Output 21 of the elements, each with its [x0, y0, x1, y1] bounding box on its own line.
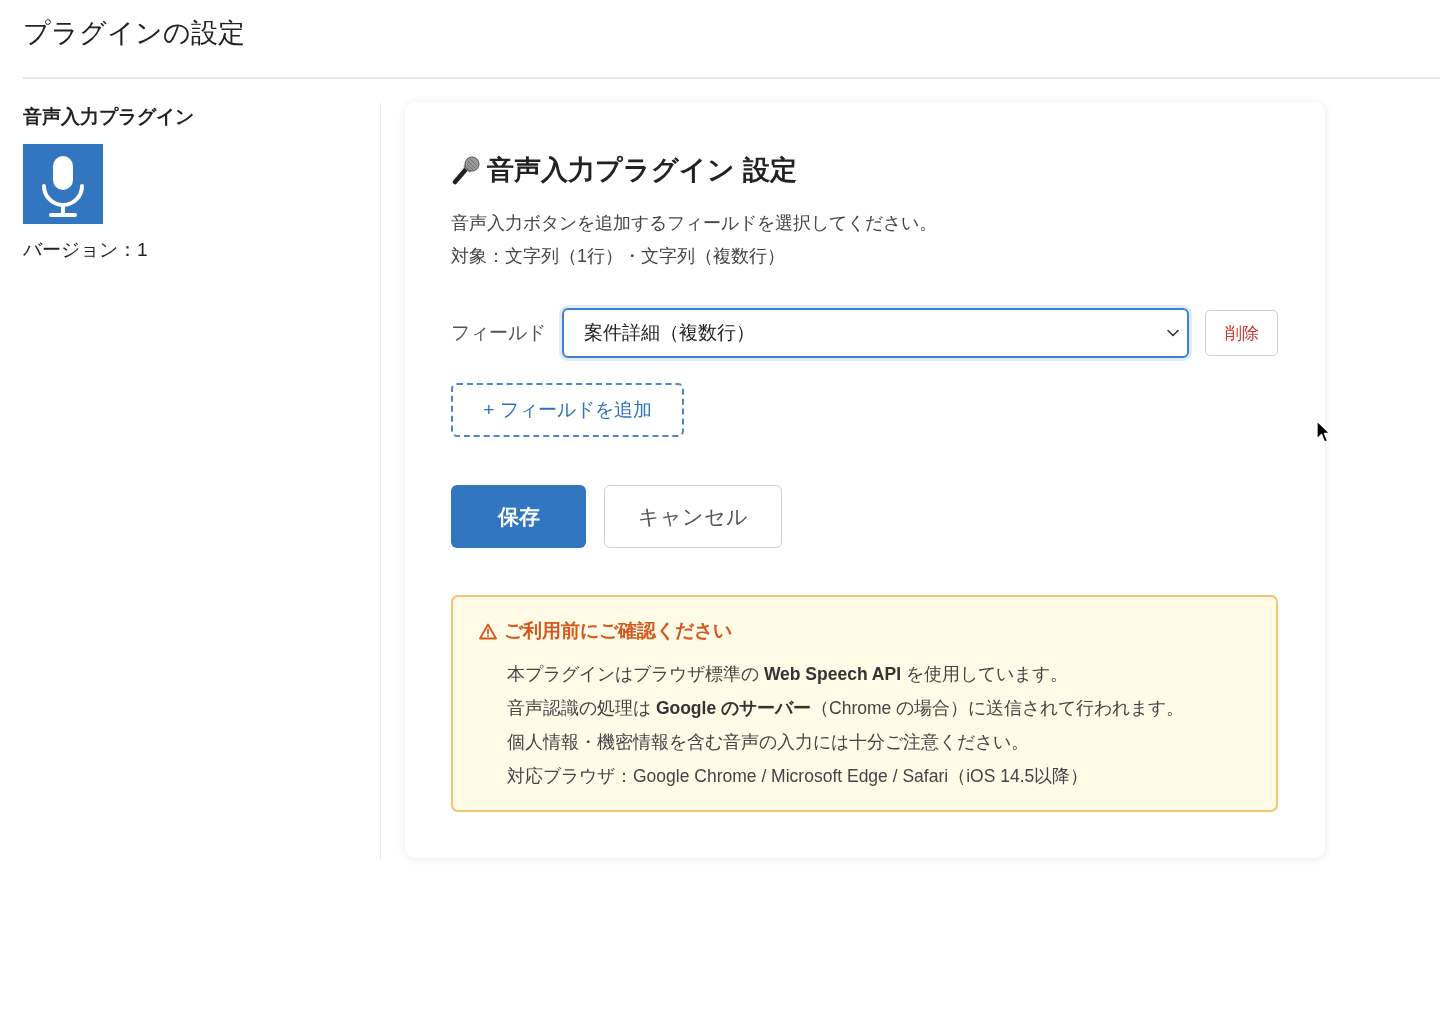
warning-icon [479, 622, 497, 640]
chevron-down-icon [1167, 329, 1179, 337]
cancel-button[interactable]: キャンセル [604, 485, 782, 548]
notice-text: 音声認識の処理は Google のサーバー（Chrome の場合）に送信されて行われます。 [507, 697, 1186, 720]
page-title: プラグインの設定 [23, 17, 245, 50]
plugin-name: 音声入力プラグイン [23, 105, 194, 129]
description-text: 音声入力ボタンを追加するフィールドを選択してください。 [451, 212, 938, 235]
notice-text: 本プラグインはブラウザ標準の Web Speech API を使用しています。 [507, 663, 1069, 686]
notice-text: 個人情報・機密情報を含む音声の入力には十分ご注意ください。 [507, 731, 1030, 754]
notice-title: ご利用前にご確認ください [504, 619, 732, 643]
description-text: 対象：文字列（1行）・文字列（複数行） [451, 245, 786, 268]
plugin-version: バージョン：1 [23, 238, 148, 262]
field-dropdown[interactable]: 案件詳細（複数行） [562, 308, 1189, 358]
microphone-icon [23, 144, 103, 224]
save-button[interactable]: 保存 [451, 485, 586, 548]
delete-button[interactable]: 削除 [1205, 310, 1278, 356]
notice-text: 対応ブラウザ：Google Chrome / Microsoft Edge / Safari（iOS 14.5以降） [507, 765, 1090, 788]
settings-title: 音声入力プラグイン 設定 [487, 154, 797, 187]
field-label: フィールド [451, 321, 546, 345]
add-field-button[interactable]: + フィールドを追加 [451, 383, 684, 437]
handheld-microphone-icon [451, 155, 481, 185]
